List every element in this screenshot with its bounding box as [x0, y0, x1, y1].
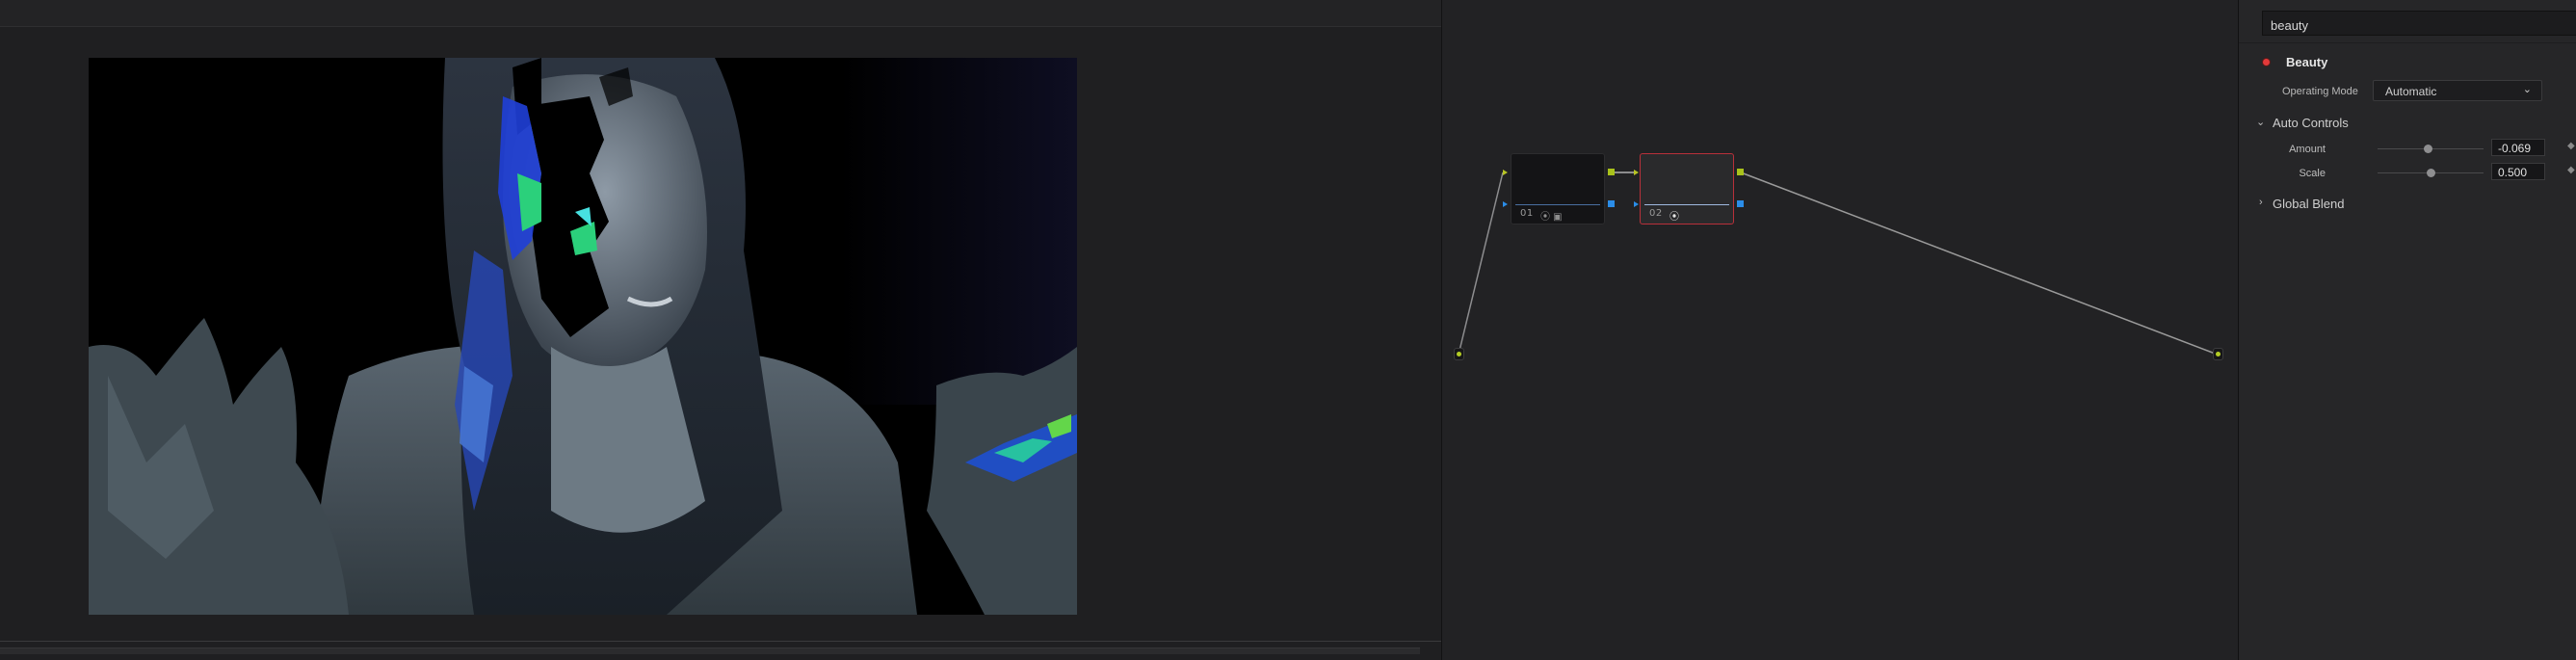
arrow-node1-rgb-input — [1503, 170, 1508, 175]
node2-key-output-port[interactable] — [1737, 200, 1744, 207]
connection-input-node1 — [1458, 172, 1504, 356]
node-thumbnail-divider — [1515, 204, 1600, 205]
scale-value-field[interactable]: 0.500 — [2491, 163, 2545, 180]
node-connections — [1458, 170, 2219, 356]
arrow-node2-key-input — [1634, 201, 1639, 207]
node1-rgb-output-port[interactable] — [1608, 169, 1615, 175]
output-handle[interactable] — [2213, 348, 2223, 360]
node1-key-output-port[interactable] — [1608, 200, 1615, 207]
scale-label: Scale — [2299, 168, 2326, 179]
node-status-icons: ⦿ ▣ — [1540, 212, 1563, 223]
viewer-scrubber[interactable] — [0, 647, 1420, 654]
node-thumbnail-divider — [1644, 204, 1729, 205]
global-blend-header[interactable]: Global Blend — [2273, 197, 2344, 211]
node-label: 01 — [1520, 208, 1534, 219]
operating-mode-value: Automatic — [2385, 85, 2437, 98]
operating-mode-dropdown[interactable]: Automatic ⌄ — [2373, 80, 2542, 101]
arrow-node1-key-input — [1503, 201, 1508, 207]
output-input-dot — [2216, 352, 2221, 356]
arrow-node2-input — [1634, 170, 1639, 175]
effects-inspector-panel: Beauty Operating Mode Automatic ⌄ ⌄ Auto… — [2238, 0, 2576, 660]
node-label: 02 — [1649, 208, 1663, 219]
effects-search-input[interactable] — [2262, 11, 2576, 36]
connection-node2-output — [1740, 172, 2219, 356]
amount-label: Amount — [2289, 144, 2326, 155]
node2-rgb-output-port[interactable] — [1737, 169, 1744, 175]
auto-controls-header[interactable]: Auto Controls — [2273, 116, 2349, 130]
node-fx-icon: ⦿ — [1669, 212, 1679, 223]
source-input-handle[interactable] — [1454, 348, 1464, 360]
video-frame[interactable] — [89, 58, 1077, 615]
corrector-node-1[interactable]: 01 ⦿ ▣ — [1511, 153, 1605, 224]
keyframe-diamond-icon[interactable]: ◆ — [2567, 165, 2575, 175]
video-frame-image — [89, 58, 1077, 615]
chevron-right-icon[interactable]: › — [2259, 197, 2263, 208]
operating-mode-label: Operating Mode — [2282, 86, 2358, 97]
corrector-node-2-selected[interactable]: 02 ⦿ — [1640, 153, 1734, 224]
amount-value-field[interactable]: -0.069 — [2491, 139, 2545, 156]
viewer-timeline-line — [0, 641, 1441, 642]
keyframe-diamond-icon[interactable]: ◆ — [2567, 141, 2575, 151]
viewer-panel — [0, 0, 1442, 660]
effect-title: Beauty — [2286, 55, 2328, 69]
scale-slider-knob[interactable] — [2427, 169, 2435, 177]
amount-slider-knob[interactable] — [2423, 145, 2432, 153]
chevron-down-icon: ⌄ — [2522, 84, 2532, 95]
source-output-dot — [1457, 352, 1461, 356]
node-graph-panel[interactable]: 01 ⦿ ▣ 02 ⦿ — [1442, 0, 2238, 660]
effect-enable-toggle[interactable] — [2262, 58, 2271, 66]
viewer-toolbar — [0, 0, 1441, 27]
chevron-down-icon[interactable]: ⌄ — [2256, 116, 2265, 128]
divider — [2239, 42, 2576, 43]
